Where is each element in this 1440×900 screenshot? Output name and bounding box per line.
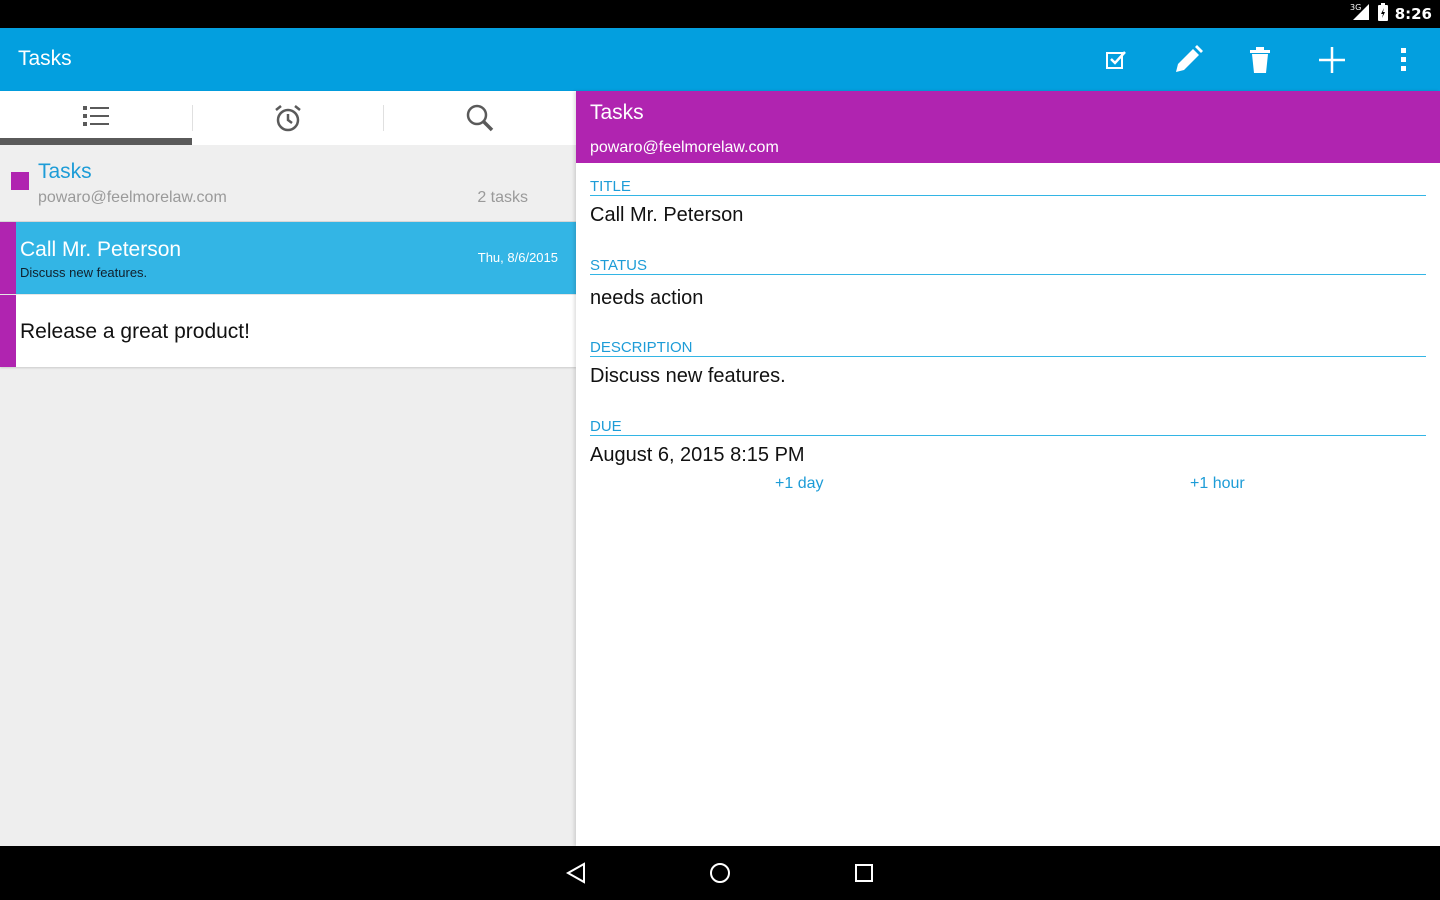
detail-list-name: Tasks	[590, 101, 644, 124]
checkbox-icon	[1106, 50, 1126, 69]
tab-search[interactable]	[384, 91, 576, 145]
status-icons: 3G 8:26	[1349, 0, 1432, 28]
overflow-menu-icon	[1401, 47, 1406, 71]
list-task-count: 2 tasks	[477, 189, 528, 206]
task-description: Discuss new features.	[20, 265, 148, 280]
alarm-icon	[275, 105, 301, 132]
tab-reminders[interactable]	[192, 91, 384, 145]
plus-icon	[1319, 46, 1345, 73]
battery-icon	[1377, 2, 1389, 27]
status-label: STATUS	[590, 257, 1426, 275]
task-list-pane: Tasks powaro@feelmorelaw.com 2 tasks Cal…	[0, 91, 576, 846]
app-title: Tasks	[18, 47, 72, 70]
edit-task-button[interactable]	[1152, 28, 1224, 91]
plus-one-day-button[interactable]: +1 day	[775, 475, 823, 493]
task-title: Call Mr. Peterson	[20, 238, 182, 261]
complete-task-button[interactable]	[1080, 28, 1152, 91]
delete-task-button[interactable]	[1224, 28, 1296, 91]
navigation-bar	[0, 846, 1440, 900]
action-bar: Tasks	[0, 28, 1440, 91]
detail-header: Tasks powaro@feelmorelaw.com	[576, 91, 1440, 163]
due-value[interactable]: August 6, 2015 8:15 PM	[590, 444, 805, 467]
overflow-menu-button[interactable]	[1368, 28, 1440, 91]
task-row[interactable]: Call Mr. Peterson Discuss new features. …	[0, 222, 576, 294]
tab-lists[interactable]	[0, 91, 192, 145]
task-due-date: Thu, 8/6/2015	[477, 250, 558, 265]
home-icon	[710, 863, 730, 883]
status-bar: 3G 8:26	[0, 0, 1440, 28]
tab-bar	[0, 91, 576, 145]
network-type: 3G	[1350, 3, 1361, 12]
task-detail-pane: Tasks powaro@feelmorelaw.com TITLE Call …	[576, 91, 1440, 846]
trash-icon	[1250, 46, 1270, 73]
status-value[interactable]: needs action	[590, 287, 703, 310]
task-title: Release a great product!	[20, 320, 250, 343]
clock: 8:26	[1394, 5, 1432, 23]
signal-icon: 3G	[1349, 2, 1371, 27]
task-color-bar	[0, 295, 16, 367]
list-icon	[83, 106, 109, 126]
home-button[interactable]	[690, 846, 750, 900]
action-buttons	[1080, 28, 1440, 91]
task-list-header[interactable]: Tasks powaro@feelmorelaw.com 2 tasks	[0, 145, 576, 222]
selected-tab-indicator	[0, 138, 192, 145]
plus-one-hour-button[interactable]: +1 hour	[1190, 475, 1245, 493]
task-color-bar	[0, 222, 16, 294]
detail-account: powaro@feelmorelaw.com	[590, 139, 779, 156]
due-label: DUE	[590, 418, 1426, 436]
task-row[interactable]: Release a great product!	[0, 294, 576, 367]
description-value[interactable]: Discuss new features.	[590, 365, 786, 388]
search-icon	[466, 104, 494, 132]
title-label: TITLE	[590, 178, 1426, 196]
description-label: DESCRIPTION	[590, 339, 1426, 357]
list-name: Tasks	[38, 160, 92, 183]
title-value[interactable]: Call Mr. Peterson	[590, 204, 743, 227]
back-icon	[565, 862, 585, 884]
recents-button[interactable]	[834, 846, 894, 900]
pencil-icon	[1176, 44, 1203, 72]
add-task-button[interactable]	[1296, 28, 1368, 91]
list-color-swatch	[11, 172, 29, 190]
list-account: powaro@feelmorelaw.com	[38, 189, 227, 206]
back-button[interactable]	[546, 846, 606, 900]
recents-icon	[855, 864, 873, 882]
